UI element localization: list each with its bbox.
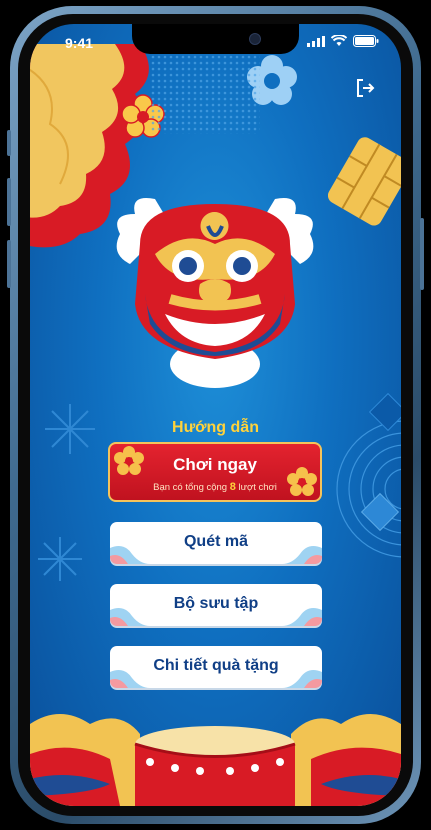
collection-label: Bộ sưu tập	[173, 595, 259, 612]
gift-details-button[interactable]: Chi tiết quà tặng	[110, 646, 322, 688]
wave-pattern-right	[336, 392, 401, 558]
phone-mockup: 9:41 Hướng dẫn Chơi ngay Bạn có tổng cộn…	[0, 0, 431, 830]
scan-code-button[interactable]: Quét mã	[110, 522, 322, 564]
signal-icon	[307, 35, 325, 47]
play-count-text: Bạn có tổng cộng 8 lượt chơi	[153, 481, 277, 493]
wifi-icon	[331, 35, 347, 46]
mute-switch	[7, 130, 11, 156]
app-screen: 9:41 Hướng dẫn Chơi ngay Bạn có tổng cộn…	[30, 24, 401, 806]
guide-link[interactable]: Hướng dẫn	[30, 419, 401, 437]
lion-mascot	[116, 198, 314, 388]
camera-icon	[249, 33, 261, 45]
play-now-label: Chơi ngay	[173, 455, 257, 474]
volume-up-button	[7, 178, 11, 226]
logout-icon	[357, 79, 375, 97]
status-icons	[307, 35, 379, 47]
status-time: 9:41	[65, 35, 94, 51]
chip-decoration	[328, 137, 401, 226]
notch	[132, 24, 299, 54]
scan-code-label: Quét mã	[183, 533, 248, 550]
volume-down-button	[7, 240, 11, 288]
snowflake-decoration-2	[38, 537, 82, 581]
halftone-pattern	[150, 54, 260, 134]
play-count: 8	[229, 481, 236, 493]
power-button	[420, 218, 424, 290]
collection-button[interactable]: Bộ sưu tập	[110, 584, 322, 626]
play-now-button[interactable]: Chơi ngay Bạn có tổng cộng 8 lượt chơi	[108, 442, 322, 502]
logout-button[interactable]	[355, 78, 375, 98]
drum-decoration	[30, 714, 401, 806]
gift-details-label: Chi tiết quà tặng	[153, 657, 279, 674]
battery-icon	[353, 35, 379, 47]
